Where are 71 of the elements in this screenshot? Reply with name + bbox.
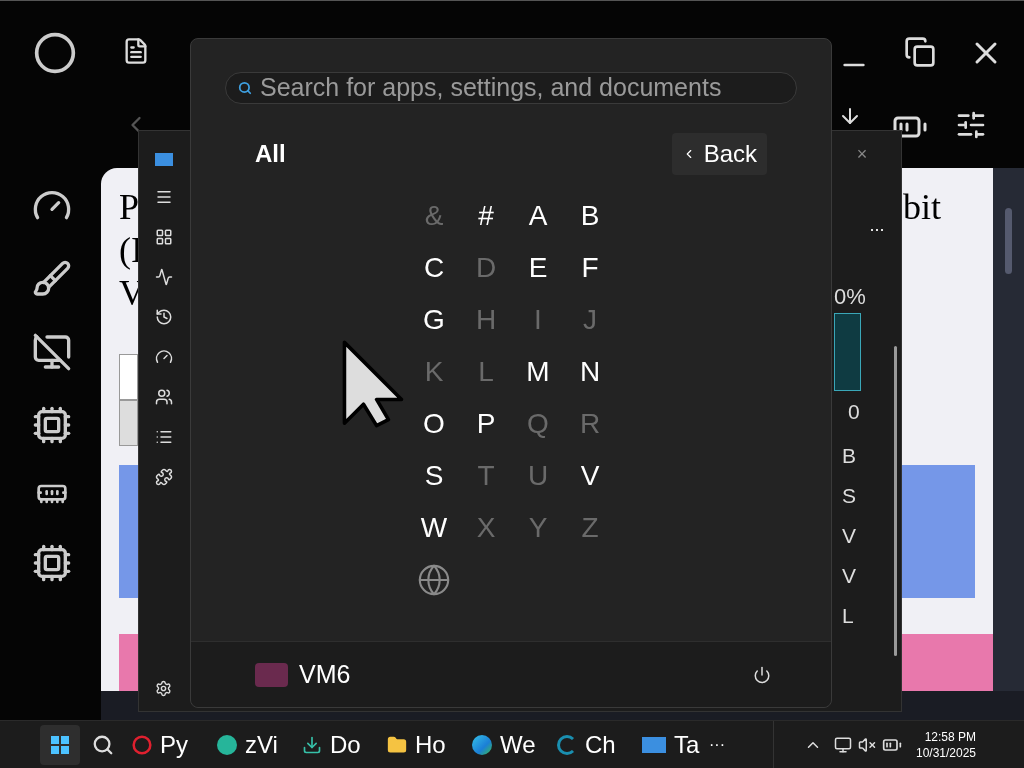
- search-input[interactable]: Search for apps, settings, and documents: [260, 69, 784, 107]
- processor-icon[interactable]: [32, 543, 72, 583]
- user-name[interactable]: VM6: [299, 655, 351, 694]
- index-letter[interactable]: A: [512, 190, 564, 242]
- taskbar-app[interactable]: Ch: [549, 724, 634, 765]
- settings-icon[interactable]: [155, 680, 172, 697]
- grid-icon[interactable]: [155, 228, 173, 246]
- heading-text: bit: [903, 186, 941, 229]
- percent-text: 0%: [834, 284, 866, 310]
- app-logo-icon: [155, 153, 173, 166]
- overflow-button[interactable]: ···: [709, 732, 725, 757]
- brush-icon[interactable]: [32, 259, 72, 299]
- power-icon[interactable]: [753, 665, 771, 684]
- close-button[interactable]: ×: [851, 143, 873, 165]
- index-letter[interactable]: C: [408, 242, 460, 294]
- index-letter[interactable]: W: [408, 502, 460, 554]
- search-icon[interactable]: [92, 733, 114, 756]
- puzzle-icon[interactable]: [155, 468, 173, 486]
- scrollbar[interactable]: [993, 168, 1024, 691]
- taskbar-app[interactable]: zVi: [209, 724, 294, 765]
- taskbar-app[interactable]: Py: [124, 724, 209, 765]
- back-button[interactable]: Back: [671, 133, 767, 175]
- index-letter[interactable]: P: [460, 398, 512, 450]
- start-button[interactable]: [40, 724, 80, 765]
- monitor-icon[interactable]: [32, 332, 72, 372]
- mouse-cursor-icon: [342, 340, 404, 428]
- index-letter[interactable]: #: [460, 190, 512, 242]
- index-letter[interactable]: S: [408, 450, 460, 502]
- taskbar-app[interactable]: Do: [294, 724, 379, 765]
- row-text: L: [842, 603, 855, 629]
- input-field[interactable]: [119, 354, 138, 400]
- count-text: 0: [848, 399, 860, 425]
- gauge-icon[interactable]: [155, 348, 173, 366]
- index-letter[interactable]: O: [408, 398, 460, 450]
- index-letter[interactable]: B: [564, 190, 616, 242]
- input-field[interactable]: [119, 400, 138, 446]
- row-text: V: [842, 563, 856, 589]
- ring-icon: [132, 734, 152, 755]
- logo-icon[interactable]: [33, 31, 77, 75]
- row-text: B: [842, 443, 856, 469]
- menu-icon[interactable]: [155, 188, 173, 206]
- users-icon[interactable]: [155, 388, 173, 406]
- chip-icon[interactable]: [32, 405, 72, 445]
- sliders-icon[interactable]: [955, 109, 987, 141]
- clock[interactable]: 12:58 PM 10/31/2025: [916, 728, 977, 761]
- heading-text: P: [119, 186, 141, 229]
- index-letter[interactable]: E: [512, 242, 564, 294]
- list-icon[interactable]: [155, 428, 173, 446]
- taskbar-app[interactable]: We: [464, 724, 549, 765]
- mute-icon[interactable]: [858, 735, 876, 754]
- download-icon: [302, 734, 322, 755]
- search-field[interactable]: Search for apps, settings, and documents: [225, 72, 797, 104]
- avatar-icon: [255, 662, 288, 687]
- network-icon[interactable]: [834, 735, 852, 754]
- more-button[interactable]: ...: [864, 211, 890, 239]
- folder-icon: [387, 734, 407, 755]
- row-text: V: [842, 523, 856, 549]
- index-letter[interactable]: M: [512, 346, 564, 398]
- section-title: All: [255, 139, 286, 169]
- restore-icon[interactable]: [904, 36, 936, 68]
- index-letter[interactable]: F: [564, 242, 616, 294]
- index-letter[interactable]: N: [564, 346, 616, 398]
- chart-icon: [642, 736, 666, 753]
- scrollbar[interactable]: [894, 346, 897, 656]
- index-letter[interactable]: G: [408, 294, 460, 346]
- row-text: S: [842, 483, 856, 509]
- index-letter[interactable]: V: [564, 450, 616, 502]
- pulse-icon[interactable]: [155, 268, 173, 286]
- search-icon: [238, 81, 252, 95]
- taskbar-app[interactable]: Ho: [379, 724, 464, 765]
- history-icon[interactable]: [155, 308, 173, 326]
